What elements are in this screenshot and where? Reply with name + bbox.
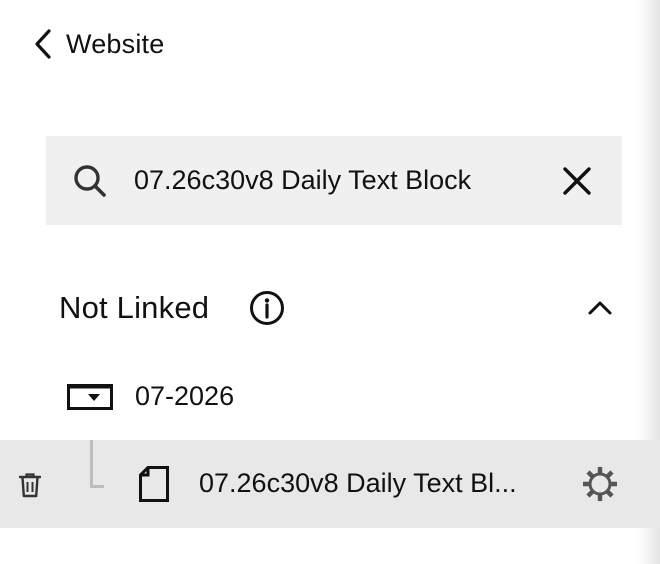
tree-folder-row[interactable]: 07-2026 <box>0 372 638 422</box>
tree-page-row[interactable]: 07.26c30v8 Daily Text Bl... <box>0 440 660 528</box>
folder-label: 07-2026 <box>135 381 235 411</box>
search-icon <box>74 165 106 197</box>
section-title: Not Linked <box>59 290 210 325</box>
chevron-left-icon <box>35 29 51 59</box>
not-linked-section-header: Not Linked <box>0 280 638 336</box>
page-label: 07.26c30v8 Daily Text Bl... <box>199 468 517 498</box>
folder-icon <box>67 384 113 410</box>
chevron-up-icon[interactable] <box>584 294 616 322</box>
back-label: Website <box>66 28 165 59</box>
search-bar <box>46 136 622 225</box>
tree-connector-line <box>90 440 104 488</box>
back-to-website-link[interactable]: Website <box>32 22 164 66</box>
clear-search-button[interactable] <box>558 162 596 200</box>
page-icon <box>139 466 169 502</box>
search-input[interactable] <box>134 156 544 204</box>
trash-icon[interactable] <box>19 472 41 498</box>
pages-panel: Website Not Linked <box>0 0 660 564</box>
close-icon <box>563 167 591 195</box>
info-icon[interactable] <box>249 290 285 326</box>
gear-icon[interactable] <box>580 464 620 504</box>
